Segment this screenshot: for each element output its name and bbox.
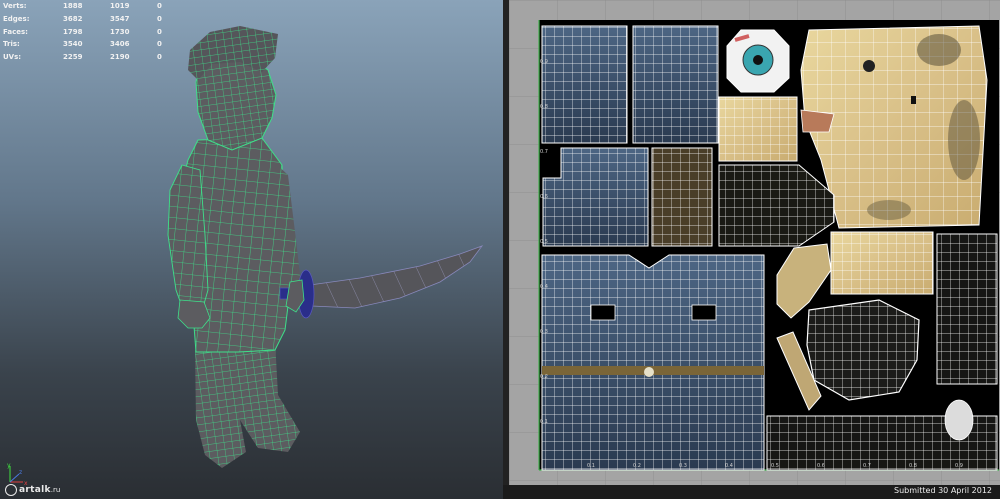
uv-tick-label: 0.5 xyxy=(771,463,779,469)
uv-tick-label: 0.1 xyxy=(587,463,595,469)
uv-shell-ear[interactable] xyxy=(718,96,798,162)
uv-canvas[interactable]: 0.9 0.8 0.7 0.6 0.5 0.4 0.3 0.2 0.1 0.1 0.2 0.3 0.4… xyxy=(509,0,1000,485)
uv-tick-label: 0.7 xyxy=(863,463,871,469)
uv-tick-label: 0.7 xyxy=(540,149,548,155)
axis-label-z: z xyxy=(19,469,22,476)
uv-tick-label: 0.2 xyxy=(633,463,641,469)
watermark-logo-icon xyxy=(5,484,17,496)
uv-tick-label: 0.8 xyxy=(540,104,548,110)
uv-shell-shirt[interactable] xyxy=(541,254,765,471)
uv-tick-label: 0.9 xyxy=(955,463,963,469)
uv-tick-label: 0.3 xyxy=(679,463,687,469)
uv-tick-label: 0.4 xyxy=(540,284,548,290)
character-model[interactable] xyxy=(0,0,503,499)
uv-texture-editor[interactable]: 0.9 0.8 0.7 0.6 0.5 0.4 0.3 0.2 0.1 0.1 0.2 0.3 0.4… xyxy=(509,0,1000,485)
head xyxy=(188,26,278,151)
axis-label-y: y xyxy=(7,462,11,469)
boots xyxy=(195,340,300,468)
axis-gizmo: y x z xyxy=(7,462,28,486)
uv-shell-eye[interactable] xyxy=(726,29,790,93)
uv-shell-sleeve[interactable] xyxy=(542,147,713,247)
uv-tick-label: 0.3 xyxy=(540,329,548,335)
uv-tick-label: 0.4 xyxy=(725,463,733,469)
uv-tick-label: 0.6 xyxy=(540,194,548,200)
uv-tick-label: 0.1 xyxy=(540,419,548,425)
uv-tick-label: 0.6 xyxy=(817,463,825,469)
uv-tick-label: 0.8 xyxy=(909,463,917,469)
watermark: artalk .ru xyxy=(5,484,60,496)
submitted-date: Submitted 30 April 2012 xyxy=(894,486,992,495)
uv-tick-label: 0.2 xyxy=(540,374,548,380)
watermark-suffix: .ru xyxy=(50,486,61,494)
watermark-text: artalk xyxy=(19,485,51,495)
uv-tick-label: 0.5 xyxy=(540,239,548,245)
3d-viewport[interactable]: Verts: 1888 1019 0 Edges: 3682 3547 0 Faces: 1798… xyxy=(0,0,503,499)
status-bar: Submitted 30 April 2012 xyxy=(503,485,1000,499)
uv-tick-label: 0.9 xyxy=(540,59,548,65)
